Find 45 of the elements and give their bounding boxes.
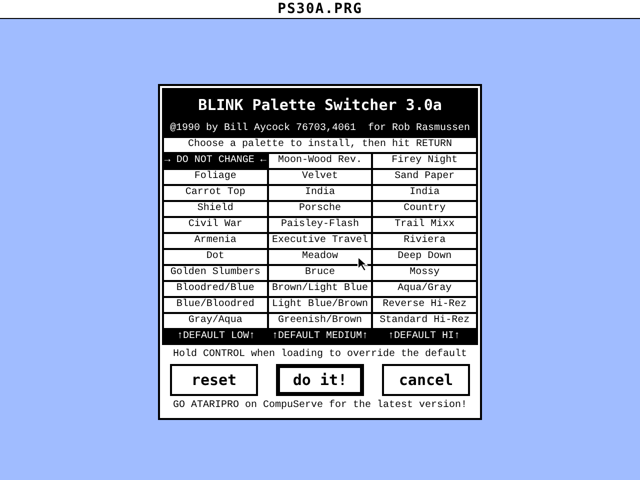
palette-option[interactable]: Shield: [164, 202, 267, 216]
palette-option[interactable]: Aqua/Gray: [373, 282, 476, 296]
palette-option[interactable]: Moon-Wood Rev.: [268, 154, 372, 168]
palette-option[interactable]: Brown/Light Blue: [268, 282, 372, 296]
palette-option[interactable]: Riviera: [373, 234, 476, 248]
palette-option[interactable]: Armenia: [164, 234, 267, 248]
mouse-pointer-icon: [357, 256, 369, 272]
window-title: PS30A.PRG: [278, 1, 362, 17]
palette-option[interactable]: Firey Night: [373, 154, 476, 168]
palette-option[interactable]: Mossy: [373, 266, 476, 280]
dialog-button[interactable]: cancel: [382, 364, 470, 396]
palette-option[interactable]: Carrot Top: [164, 186, 267, 200]
palette-option[interactable]: Bruce: [268, 266, 372, 280]
palette-option[interactable]: Reverse Hi-Rez: [373, 298, 476, 312]
hint-text: Hold CONTROL when loading to override the default: [162, 345, 478, 362]
palette-option[interactable]: Trail Mixx: [373, 218, 476, 232]
palette-option[interactable]: Blue/Bloodred: [164, 298, 267, 312]
default-label: ↑DEFAULT MEDIUM↑: [270, 330, 369, 343]
palette-option[interactable]: Sand Paper: [373, 170, 476, 184]
palette-option[interactable]: Deep Down: [373, 250, 476, 264]
dialog-heading: BLINK Palette Switcher 3.0a: [197, 95, 443, 116]
palette-option[interactable]: Golden Slumbers: [164, 266, 267, 280]
palette-option[interactable]: Greenish/Brown: [268, 314, 372, 328]
dialog-button[interactable]: do it!: [276, 364, 364, 396]
palette-option[interactable]: Civil War: [164, 218, 267, 232]
palette-option[interactable]: Velvet: [268, 170, 372, 184]
palette-option[interactable]: India: [373, 186, 476, 200]
palette-option[interactable]: Meadow: [268, 250, 372, 264]
palette-option[interactable]: Porsche: [268, 202, 372, 216]
palette-option[interactable]: Bloodred/Blue: [164, 282, 267, 296]
palette-option[interactable]: India: [268, 186, 372, 200]
instruction-text: Choose a palette to install, then hit RETURN: [164, 138, 476, 152]
credit-text: @1990 by Bill Aycock 76703,4061 for Rob Rasmussen: [168, 122, 472, 136]
palette-option[interactable]: Gray/Aqua: [164, 314, 267, 328]
footer-text: GO ATARIPRO on CompuServe for the latest version!: [162, 400, 478, 416]
palette-option[interactable]: Light Blue/Brown: [268, 298, 372, 312]
default-label: ↑DEFAULT LOW↑: [176, 330, 256, 343]
palette-option[interactable]: Paisley-Flash: [268, 218, 372, 232]
default-label: ↑DEFAULT HI↑: [386, 330, 461, 343]
palette-option[interactable]: Executive Travel: [268, 234, 372, 248]
dialog-button[interactable]: reset: [170, 364, 258, 396]
palette-option[interactable]: Dot: [164, 250, 267, 264]
palette-option[interactable]: Foliage: [164, 170, 267, 184]
palette-option[interactable]: Standard Hi-Rez: [373, 314, 476, 328]
palette-option[interactable]: Country: [373, 202, 476, 216]
